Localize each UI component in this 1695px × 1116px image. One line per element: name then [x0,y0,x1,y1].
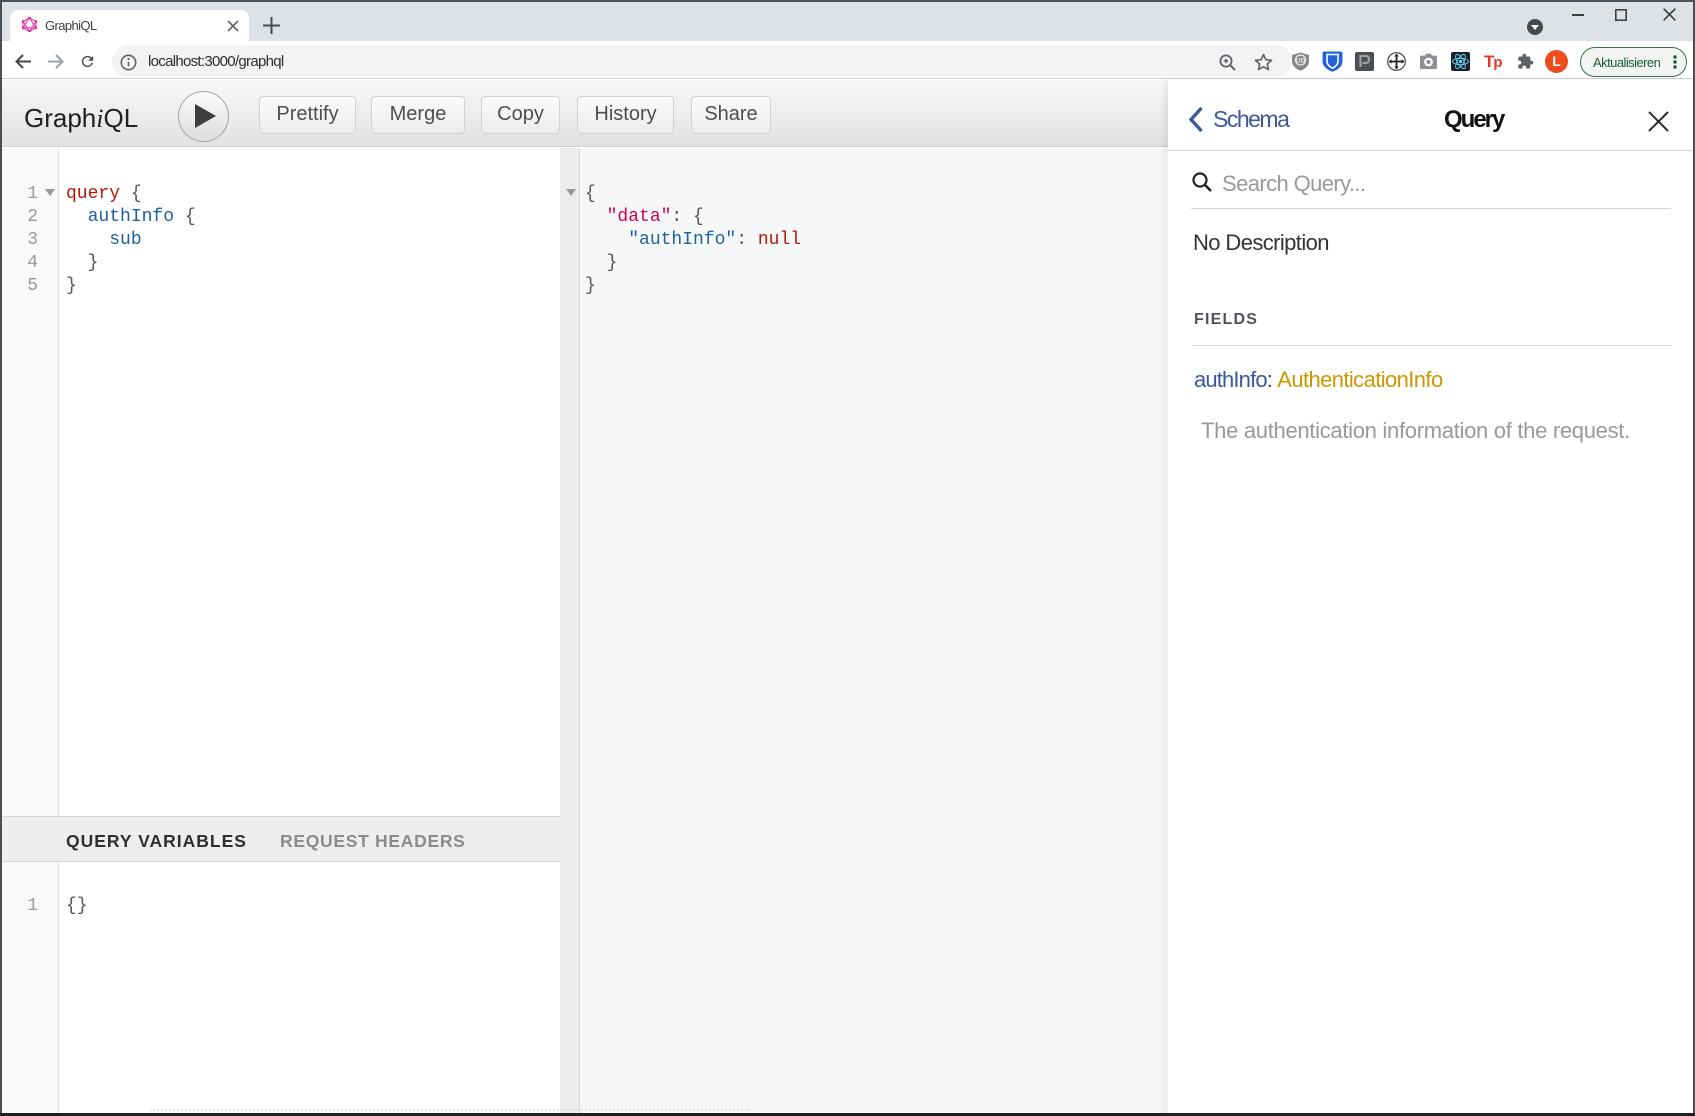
svg-text:UD: UD [1296,58,1306,65]
